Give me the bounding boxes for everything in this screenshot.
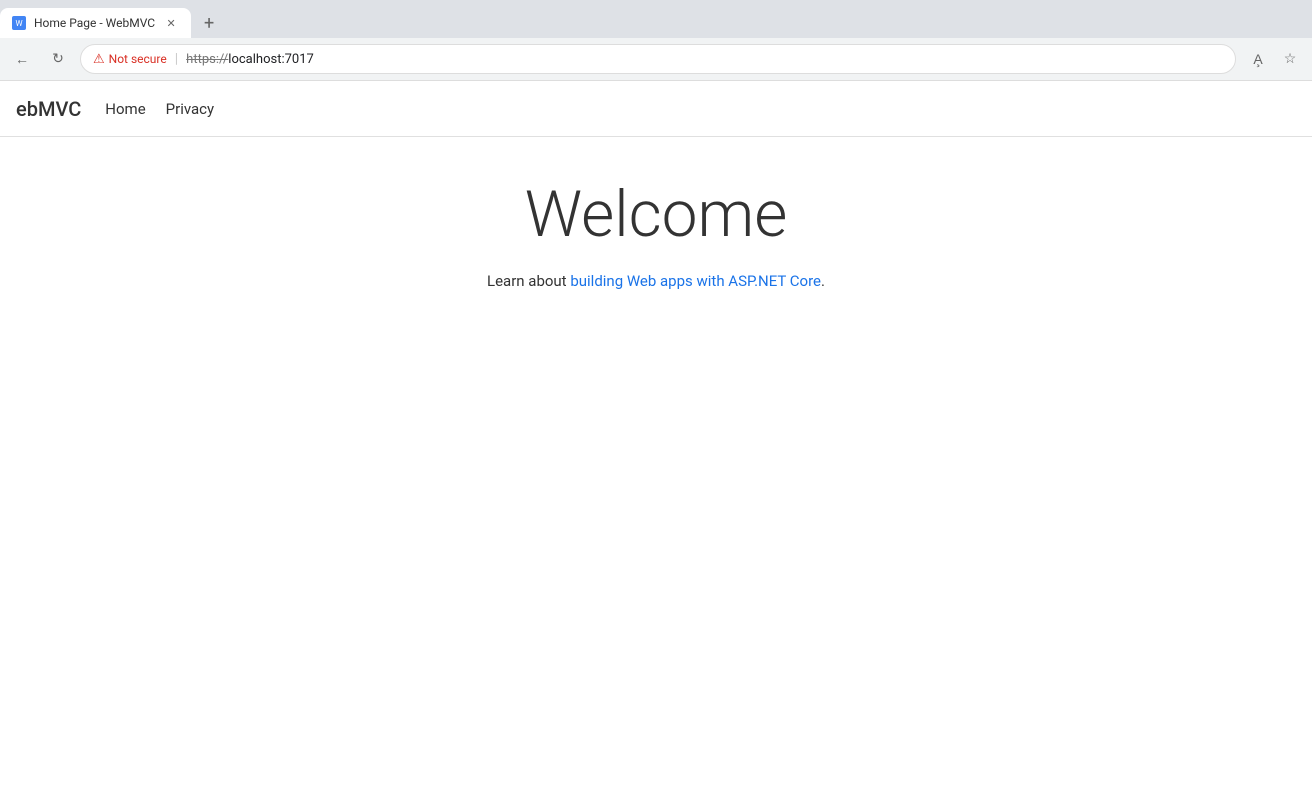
nav-link-home[interactable]: Home (105, 100, 145, 118)
tab-close-button[interactable]: ✕ (163, 15, 179, 31)
learn-link[interactable]: building Web apps with ASP.NET Core (570, 272, 821, 290)
learn-suffix: . (821, 272, 825, 290)
url-separator: | (175, 51, 178, 67)
translate-icon: A̧ (1253, 51, 1262, 68)
translate-button[interactable]: A̧ (1244, 45, 1272, 73)
url-host: localhost:7017 (228, 52, 314, 67)
back-button[interactable]: ← (8, 45, 36, 73)
tab-favicon: W (12, 16, 26, 30)
security-warning: ⚠ Not secure (93, 52, 167, 67)
new-tab-button[interactable]: + (195, 9, 223, 37)
security-label: Not secure (109, 52, 167, 66)
app-nav-links: Home Privacy (105, 100, 214, 118)
app-brand: ebMVC (16, 97, 81, 121)
address-bar-row: ← ↻ ⚠ Not secure | https://localhost:701… (0, 38, 1312, 80)
refresh-button[interactable]: ↻ (44, 45, 72, 73)
back-icon: ← (15, 51, 29, 68)
app-navbar: ebMVC Home Privacy (0, 81, 1312, 137)
refresh-icon: ↻ (52, 51, 64, 67)
learn-text: Learn about building Web apps with ASP.N… (20, 272, 1292, 290)
address-bar[interactable]: ⚠ Not secure | https://localhost:7017 (80, 44, 1236, 74)
warning-icon: ⚠ (93, 52, 105, 67)
url-strikethrough: https:// (186, 52, 228, 67)
favorite-icon: ☆ (1284, 51, 1297, 67)
nav-link-privacy[interactable]: Privacy (166, 100, 214, 118)
app-main: Welcome Learn about building Web apps wi… (0, 137, 1312, 408)
url-text: https://localhost:7017 (186, 52, 314, 67)
learn-prefix: Learn about (487, 272, 570, 290)
favorite-button[interactable]: ☆ (1276, 45, 1304, 73)
tab-title: Home Page - WebMVC (34, 16, 155, 30)
tab-bar: W Home Page - WebMVC ✕ + (0, 0, 1312, 38)
browser-actions: A̧ ☆ (1244, 45, 1304, 73)
browser-chrome: W Home Page - WebMVC ✕ + ← ↻ ⚠ Not secur… (0, 0, 1312, 81)
welcome-heading: Welcome (20, 177, 1292, 252)
browser-tab[interactable]: W Home Page - WebMVC ✕ (0, 8, 191, 38)
